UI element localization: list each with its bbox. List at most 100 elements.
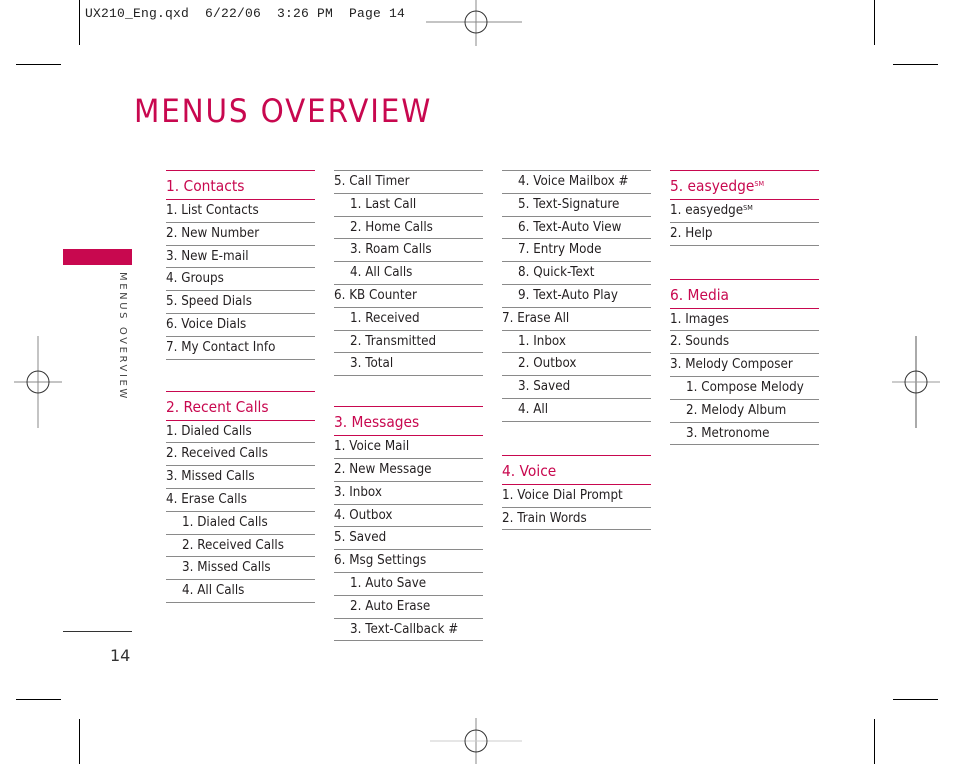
menu-item-text: 4. Erase Calls — [166, 489, 247, 510]
menu-item: 3. Total — [334, 353, 483, 377]
menu-item-label: 3. Metronome — [686, 425, 770, 441]
print-slug: UX210_Eng.qxd 6/22/06 3:26 PM Page 14 — [85, 6, 406, 21]
menu-item-text: 1. List Contacts — [166, 200, 259, 221]
section-heading-text: 4. Voice — [502, 456, 556, 486]
menu-item-text: 3. Inbox — [334, 482, 382, 503]
menu-item-label: 9. Text-Auto Play — [518, 287, 618, 303]
menu-item: 6. KB Counter — [334, 285, 483, 308]
menu-section: 2. Recent Calls 1. Dialed Calls 2. Receive… — [166, 390, 315, 603]
menu-item: 3. Metronome — [670, 423, 819, 446]
menu-item: 6. Text-Auto View — [502, 217, 651, 240]
menu-item: 3. Inbox — [334, 482, 483, 505]
menu-item: 2. Transmitted — [334, 331, 483, 354]
menu-item-text: 3. Roam Calls — [350, 239, 432, 260]
menu-item-text: 1. Dialed Calls — [182, 512, 268, 533]
section-heading-text: 1. Contacts — [166, 171, 244, 201]
menu-item-label: 1. List Contacts — [166, 203, 259, 218]
menu-item-text: 6. Text-Auto View — [518, 217, 621, 238]
menu-item-label: 1. Inbox — [518, 333, 566, 349]
menu-item-label: 2. Received Calls — [182, 537, 284, 553]
menu-item: 3. New E-mail — [166, 246, 315, 269]
menu-item: 6. Msg Settings — [334, 550, 483, 573]
menu-item-text: 1. Auto Save — [350, 573, 426, 594]
menu-item-label: 4. Groups — [166, 271, 224, 287]
menu-item-text: 2. Sounds — [670, 331, 729, 352]
menu-item-text: 3. Missed Calls — [182, 557, 271, 578]
service-mark: SM — [743, 204, 753, 212]
menu-item-label: 2. Help — [670, 225, 713, 241]
menu-section: 5. Call Timer 1. Last Call 2. Home Calls 3.… — [334, 170, 483, 377]
menu-item-label: 3. Melody Composer — [670, 357, 793, 373]
menu-item-label: 4. All Calls — [350, 265, 413, 281]
menu-item-text: 2. Auto Erase — [350, 596, 430, 617]
menu-item-label: 2. Train Words — [502, 510, 587, 526]
section-heading: 2. Recent Calls — [166, 390, 315, 421]
menu-item-label: 2. Sounds — [670, 334, 730, 350]
menu-item: 1. Dialed Calls — [166, 512, 315, 535]
menu-item-text: 1. easyedgeSM — [670, 200, 753, 221]
menu-item-label: 1. Auto Save — [350, 575, 427, 591]
menu-item-text: 5. Call Timer — [334, 171, 410, 192]
menu-section: 4. Voice 1. Voice Dial Prompt 2. Train Wor… — [502, 454, 651, 531]
menu-item-label: 3. Inbox — [334, 484, 382, 500]
menu-item-label: 2. Transmitted — [350, 333, 437, 349]
menu-item: 2. Received Calls — [166, 535, 315, 558]
section-heading: 5. easyedgeSM — [670, 170, 819, 200]
menu-item: 6. Voice Dials — [166, 314, 315, 337]
menu-item-text: 5. Text-Signature — [518, 194, 619, 215]
menu-item: 2. New Number — [166, 223, 315, 246]
menu-item-text: 7. Erase All — [502, 308, 569, 329]
crop-mark-bottom-left-vertical — [79, 719, 80, 764]
menu-item-label: 6. Msg Settings — [334, 553, 427, 569]
menu-item-label: 2. New Number — [166, 225, 260, 241]
menu-item: 2. Help — [670, 223, 819, 246]
section-heading-label: 5. easyedge — [670, 177, 755, 195]
menu-item-label: 3. Saved — [518, 379, 571, 395]
menu-section: 1. Contacts 1. List Contacts 2. New Number… — [166, 170, 315, 360]
menu-item: 4. Erase Calls — [166, 489, 315, 512]
menu-item: 3. Missed Calls — [166, 466, 315, 489]
menu-item-text: 4. All Calls — [182, 580, 244, 601]
section-heading-label: 6. Media — [670, 285, 730, 304]
menu-item-label: 6. KB Counter — [334, 287, 417, 303]
menu-item-text: 1. Dialed Calls — [166, 421, 252, 442]
registration-mark-right-icon — [892, 336, 940, 428]
menu-item-label: 3. Missed Calls — [182, 560, 271, 576]
registration-mark-left-icon — [14, 336, 62, 428]
menu-item-label: 4. All Calls — [182, 583, 245, 599]
menu-item-text: 1. Voice Mail — [334, 436, 409, 457]
menu-item: 2. Melody Album — [670, 400, 819, 423]
menu-item-label: 1. easyedge — [670, 203, 744, 218]
menu-item-label: 4. Outbox — [334, 507, 393, 523]
menu-item-label: 1. Dialed Calls — [182, 514, 268, 530]
menu-item-label: 1. Received — [350, 310, 420, 326]
menu-item: 1. Images — [670, 309, 819, 332]
menu-item: 1. easyedgeSM — [670, 200, 819, 223]
menu-item-text: 6. KB Counter — [334, 285, 417, 306]
menu-item: 4. All Calls — [166, 580, 315, 603]
menu-item-label: 7. Erase All — [502, 310, 570, 326]
menu-column-1: 1. Contacts 1. List Contacts 2. New Number… — [166, 170, 315, 603]
menu-item: 4. Groups — [166, 268, 315, 292]
menu-item-label: 1. Images — [670, 311, 729, 327]
menu-item-label: 4. All — [518, 401, 549, 417]
section-tab-marker — [63, 249, 132, 265]
menu-item-label: 2. Received Calls — [166, 446, 268, 462]
menu-column-3: 4. Voice Mailbox # 5. Text-Signature 6. Te… — [502, 170, 651, 531]
crop-mark-bottom-left-horizontal — [16, 699, 61, 700]
menu-item: 1. Last Call — [334, 194, 483, 217]
menu-item: 7. My Contact Info — [166, 337, 315, 360]
crop-mark-top-right-vertical — [874, 0, 875, 45]
section-heading: 1. Contacts — [166, 170, 315, 200]
menu-item: 3. Saved — [502, 376, 651, 399]
menu-item-label: 6. Voice Dials — [166, 316, 247, 332]
menu-item-label: 4. Voice Mailbox # — [518, 174, 629, 189]
menu-section: 5. easyedgeSM 1. easyedgeSM 2. Help — [670, 170, 819, 246]
menu-item: 1. Voice Dial Prompt — [502, 485, 651, 508]
menu-item-label: 2. New Message — [334, 461, 432, 477]
side-section-label: MENUS OVERVIEW — [117, 272, 128, 401]
menu-item: 3. Roam Calls — [334, 239, 483, 263]
menu-item-text: 3. Missed Calls — [166, 466, 255, 487]
menu-item: 4. All Calls — [334, 262, 483, 285]
menu-item-text: 1. Voice Dial Prompt — [502, 485, 623, 506]
